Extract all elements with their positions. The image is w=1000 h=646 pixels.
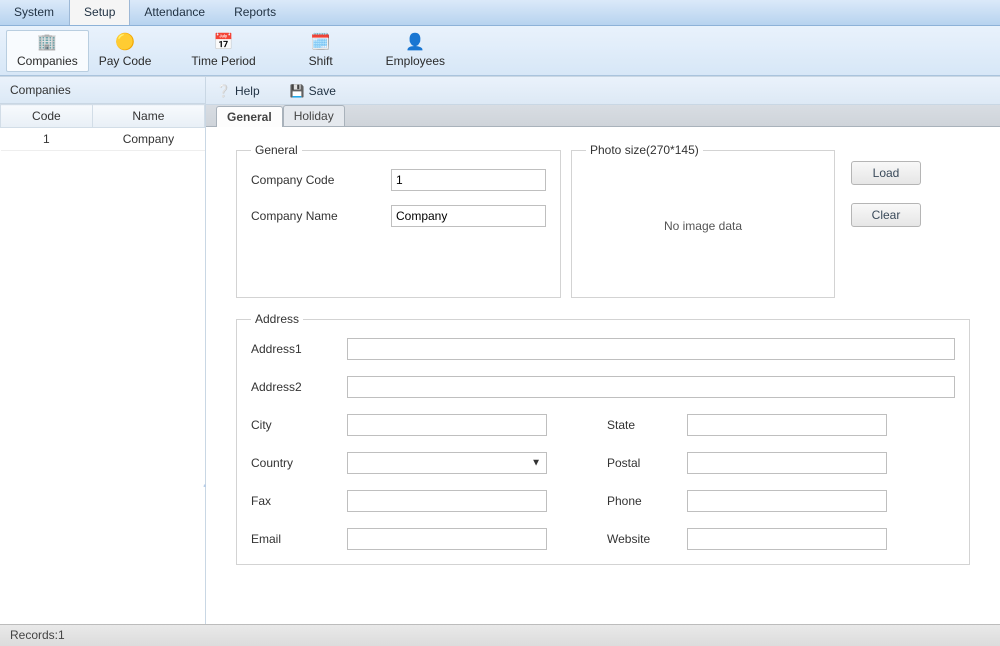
label-state: State bbox=[607, 418, 687, 432]
country-select[interactable] bbox=[347, 452, 547, 474]
table-row[interactable]: 1 Company bbox=[1, 128, 205, 151]
toolbar-label: Employees bbox=[386, 54, 445, 68]
sidebar-table: Code Name 1 Company bbox=[0, 104, 205, 151]
tab-general[interactable]: General bbox=[216, 106, 283, 127]
group-general: General Company Code Company Name bbox=[236, 143, 561, 298]
phone-input[interactable] bbox=[687, 490, 887, 512]
toolbar-pay-code[interactable]: 🟡 Pay Code bbox=[89, 31, 162, 71]
label-country: Country bbox=[251, 456, 347, 470]
tabs-bar: General Holiday bbox=[206, 105, 1000, 127]
toolbar-label: Companies bbox=[17, 54, 78, 68]
legend-photo: Photo size(270*145) bbox=[586, 143, 703, 157]
group-photo: Photo size(270*145) No image data bbox=[571, 143, 835, 298]
address2-input[interactable] bbox=[347, 376, 955, 398]
menu-attendance[interactable]: Attendance bbox=[130, 0, 220, 25]
group-address: Address Address1 Address2 City State Cou… bbox=[236, 312, 970, 565]
load-button[interactable]: Load bbox=[851, 161, 921, 185]
label-company-name: Company Name bbox=[251, 209, 391, 223]
help-icon: ❔ bbox=[216, 84, 231, 98]
address1-input[interactable] bbox=[347, 338, 955, 360]
menubar: System Setup Attendance Reports bbox=[0, 0, 1000, 26]
col-header-name[interactable]: Name bbox=[92, 105, 204, 128]
city-input[interactable] bbox=[347, 414, 547, 436]
records-label: Records: bbox=[10, 628, 58, 642]
tab-holiday[interactable]: Holiday bbox=[283, 105, 345, 126]
email-input[interactable] bbox=[347, 528, 547, 550]
website-input[interactable] bbox=[687, 528, 887, 550]
coin-icon: 🟡 bbox=[115, 34, 135, 52]
building-icon: 🏢 bbox=[37, 34, 57, 52]
save-button[interactable]: 💾 Save bbox=[290, 84, 336, 98]
toolbar-label: Pay Code bbox=[99, 54, 152, 68]
content: ❔ Help 💾 Save General Holiday General Co… bbox=[206, 77, 1000, 624]
clear-button[interactable]: Clear bbox=[851, 203, 921, 227]
legend-general: General bbox=[251, 143, 302, 157]
toolbar: 🏢 Companies 🟡 Pay Code 📅 Time Period 🗓️ … bbox=[0, 26, 1000, 76]
company-code-input[interactable] bbox=[391, 169, 546, 191]
label-address2: Address2 bbox=[251, 380, 347, 394]
sidebar: Companies Code Name 1 Company bbox=[0, 77, 206, 624]
action-bar: ❔ Help 💾 Save bbox=[206, 77, 1000, 105]
schedule-icon: 🗓️ bbox=[311, 34, 331, 52]
help-button[interactable]: ❔ Help bbox=[216, 84, 260, 98]
company-name-input[interactable] bbox=[391, 205, 546, 227]
help-label: Help bbox=[235, 84, 260, 98]
postal-input[interactable] bbox=[687, 452, 887, 474]
cell-name: Company bbox=[92, 128, 204, 151]
toolbar-label: Time Period bbox=[191, 54, 255, 68]
col-header-code[interactable]: Code bbox=[1, 105, 93, 128]
label-company-code: Company Code bbox=[251, 173, 391, 187]
calendar-icon: 📅 bbox=[214, 34, 234, 52]
legend-address: Address bbox=[251, 312, 303, 326]
label-fax: Fax bbox=[251, 494, 347, 508]
cell-code: 1 bbox=[1, 128, 93, 151]
menu-system[interactable]: System bbox=[0, 0, 69, 25]
label-postal: Postal bbox=[607, 456, 687, 470]
photo-buttons: Load Clear bbox=[851, 161, 921, 227]
floppy-icon: 💾 bbox=[290, 84, 305, 98]
toolbar-companies[interactable]: 🏢 Companies bbox=[6, 30, 89, 72]
label-address1: Address1 bbox=[251, 342, 347, 356]
label-website: Website bbox=[607, 532, 687, 546]
toolbar-time-period[interactable]: 📅 Time Period bbox=[181, 31, 265, 71]
no-image-text: No image data bbox=[664, 219, 742, 233]
statusbar: Records:1 bbox=[0, 624, 1000, 646]
form-area: General Company Code Company Name Photo … bbox=[206, 127, 1000, 624]
sidebar-title: Companies bbox=[0, 77, 205, 104]
main: Companies Code Name 1 Company ❔ Help bbox=[0, 76, 1000, 624]
menu-reports[interactable]: Reports bbox=[220, 0, 291, 25]
toolbar-label: Shift bbox=[309, 54, 333, 68]
label-email: Email bbox=[251, 532, 347, 546]
menu-setup[interactable]: Setup bbox=[69, 0, 130, 25]
fax-input[interactable] bbox=[347, 490, 547, 512]
toolbar-employees[interactable]: 👤 Employees bbox=[376, 31, 455, 71]
toolbar-shift[interactable]: 🗓️ Shift bbox=[286, 31, 356, 71]
label-phone: Phone bbox=[607, 494, 687, 508]
label-city: City bbox=[251, 418, 347, 432]
records-count: 1 bbox=[58, 628, 65, 642]
save-label: Save bbox=[309, 84, 336, 98]
state-input[interactable] bbox=[687, 414, 887, 436]
person-icon: 👤 bbox=[405, 34, 425, 52]
